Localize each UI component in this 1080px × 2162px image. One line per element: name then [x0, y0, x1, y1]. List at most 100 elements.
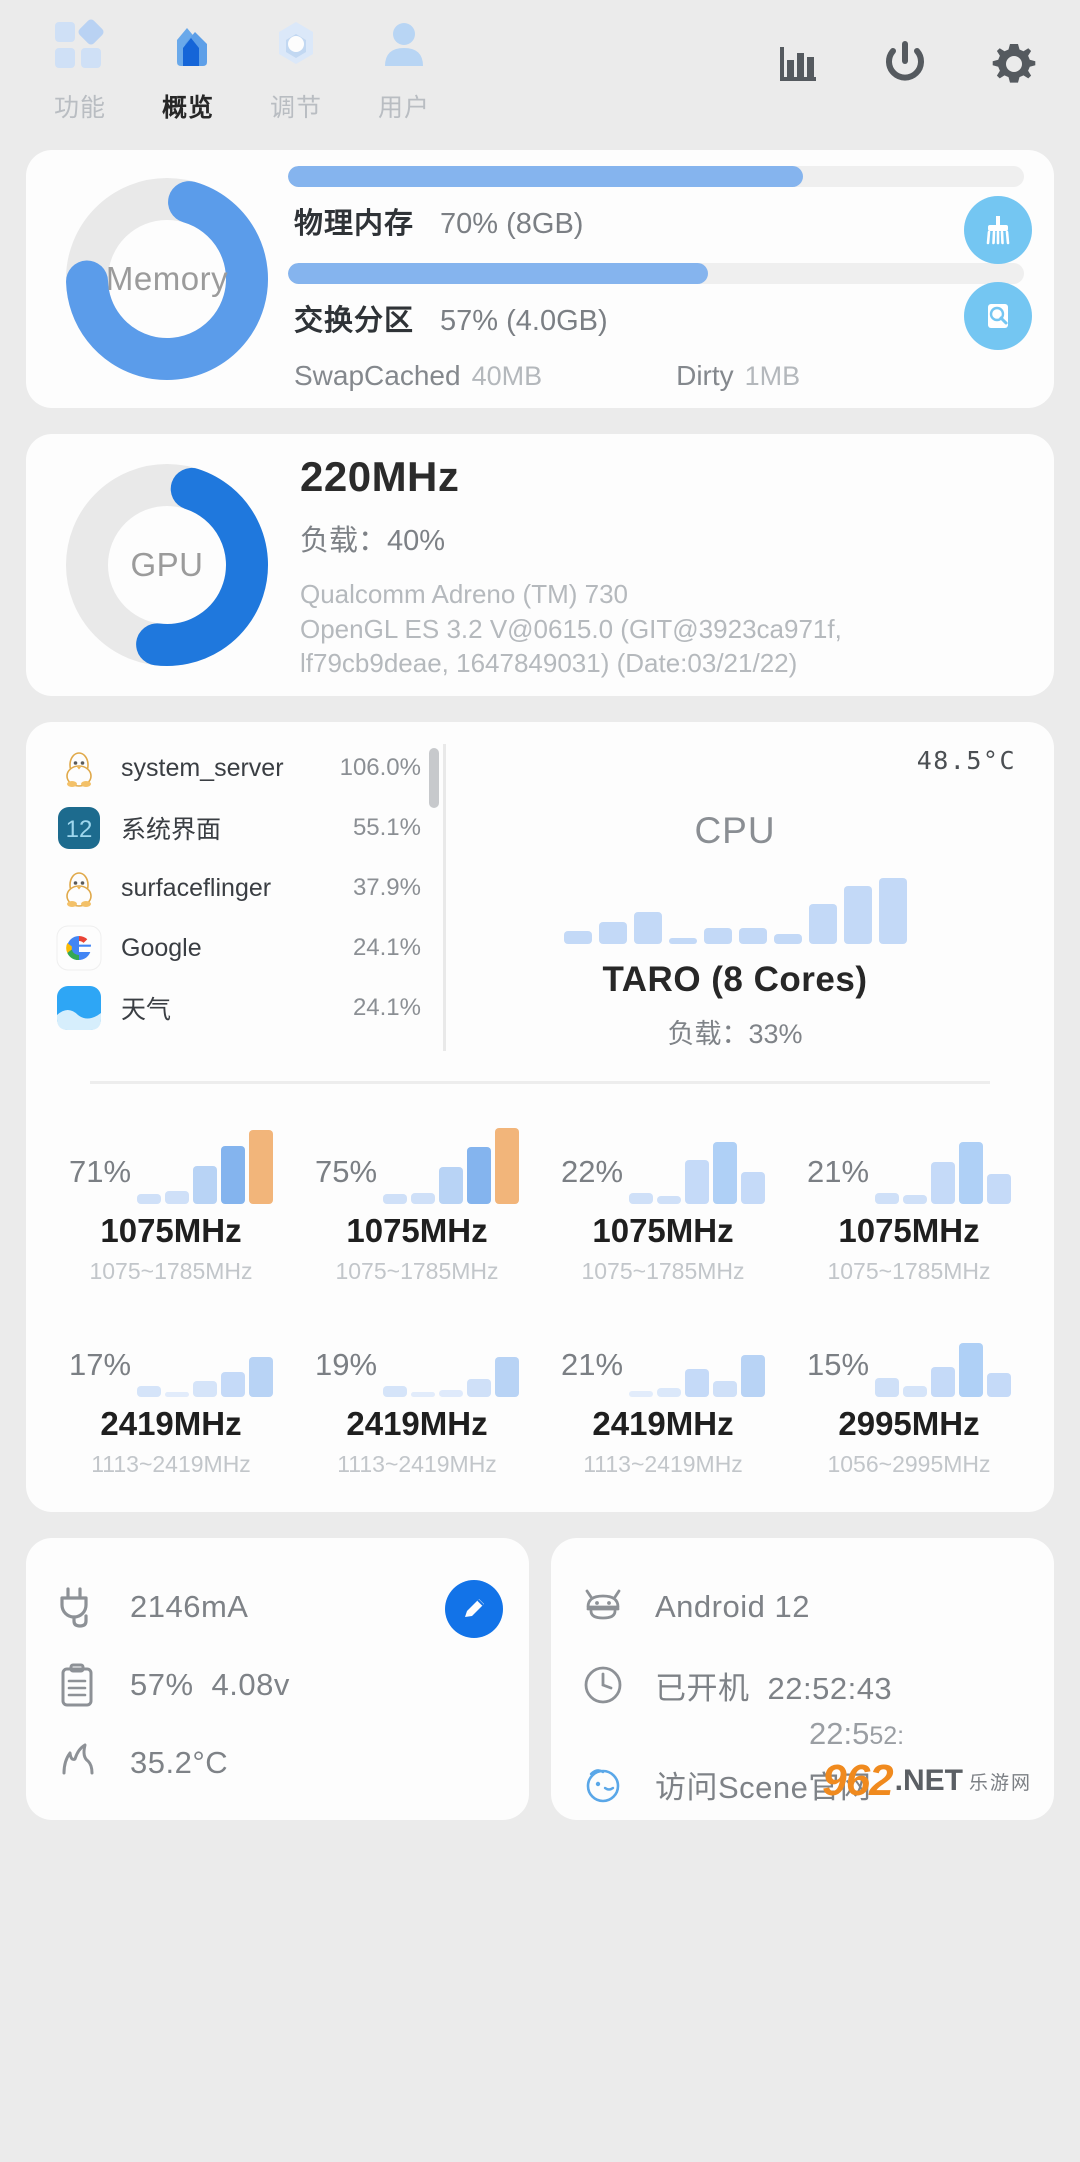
list-item-percent: 37.9%	[352, 874, 421, 901]
google-g-icon	[56, 925, 102, 971]
cpu-top-section: system_server 106.0% 12 系统界面 55.1% surfa…	[26, 744, 1054, 1051]
list-item-percent: 55.1%	[352, 814, 421, 841]
uptime-value: 已开机 22:52:43	[655, 1663, 892, 1708]
home-icon	[157, 14, 219, 76]
broom-clean-icon[interactable]	[964, 196, 1032, 264]
nav-tab-tuning[interactable]: 调节	[242, 14, 350, 124]
watermark-cn: 乐游网	[968, 1772, 1032, 1794]
dirty-label: Dirty	[676, 360, 734, 391]
gpu-ring-label: GPU	[130, 546, 204, 583]
list-item[interactable]: system_server 106.0%	[56, 744, 421, 792]
list-item-name: Google	[121, 933, 202, 962]
android-version-row: Android 12	[579, 1568, 1026, 1646]
watermark-brand: 962	[822, 1756, 893, 1805]
clock-icon	[579, 1661, 629, 1709]
process-list-scrollbar[interactable]	[429, 748, 439, 808]
chart-icon[interactable]	[774, 40, 822, 88]
core-frequency: 1075MHz	[838, 1212, 980, 1249]
android-12-icon: 12	[56, 805, 102, 851]
swap-value: 57% (4.0GB)	[440, 305, 608, 337]
cpu-model: TARO (8 Cores)	[602, 960, 868, 999]
bar	[843, 886, 872, 944]
bar	[633, 912, 662, 944]
list-item-name: 天气	[121, 996, 172, 1024]
bar	[808, 904, 837, 944]
weather-icon	[56, 985, 102, 1031]
cpu-temperature: 48.5°C	[916, 746, 1016, 775]
list-item-percent: 106.0%	[339, 754, 421, 781]
core-range: 1113~2419MHz	[91, 1451, 251, 1477]
core-range: 1056~2995MHz	[827, 1451, 991, 1477]
list-item[interactable]: Google 24.1%	[56, 924, 421, 972]
list-item-name: 系统界面	[121, 816, 222, 844]
list-item[interactable]: surfaceflinger 37.9%	[56, 864, 421, 912]
cpu-core-5: 19% 2419MHz 1113~2419MHz	[294, 1311, 540, 1478]
memory-card: Memory 物理内存 70% (8GB) 交换分区 57% (4.0GB) S…	[26, 150, 1054, 408]
physical-memory-bar-fill	[288, 166, 804, 187]
uptime-secondary-small: 52:	[869, 1722, 905, 1750]
process-list[interactable]: system_server 106.0% 12 系统界面 55.1% surfa…	[56, 744, 446, 1051]
system-card: Android 12 已开机 22:52:43 22:552: 访问Scene官…	[551, 1538, 1054, 1820]
battery-temperature: 35.2°C	[130, 1745, 229, 1780]
list-item[interactable]: 12 系统界面 55.1%	[56, 804, 421, 852]
core-frequency: 1075MHz	[100, 1212, 242, 1249]
core-range: 1113~2419MHz	[337, 1451, 497, 1477]
memory-action-buttons	[964, 196, 1032, 350]
top-navigation-bar: 功能 概览 调节 用户	[0, 0, 1080, 150]
svg-text:12: 12	[66, 816, 93, 843]
memory-body: 物理内存 70% (8GB) 交换分区 57% (4.0GB) SwapCach…	[278, 166, 1032, 392]
bar	[563, 931, 592, 944]
core-range: 1113~2419MHz	[583, 1451, 743, 1477]
physical-memory-label: 物理内存	[294, 208, 415, 240]
power-plug-icon	[54, 1583, 104, 1631]
core-percent: 21%	[560, 1347, 624, 1382]
core-sparkline	[629, 1317, 766, 1397]
core-sparkline	[137, 1124, 274, 1204]
memory-ring-label: Memory	[105, 260, 229, 297]
power-icon[interactable]	[880, 39, 930, 89]
uptime-row: 已开机 22:52:43	[579, 1646, 1026, 1724]
core-range: 1075~1785MHz	[89, 1258, 253, 1284]
battery-level: 57%	[130, 1667, 194, 1702]
core-frequency: 2419MHz	[100, 1405, 242, 1442]
nav-tabs: 功能 概览 调节 用户	[26, 14, 458, 124]
hexagon-gear-icon	[265, 14, 327, 76]
core-sparkline	[137, 1317, 274, 1397]
uptime-clock: 22:52:43	[767, 1670, 893, 1706]
edit-pencil-icon[interactable]	[445, 1580, 503, 1638]
memory-sub-stats: SwapCached 40MB Dirty 1MB	[294, 360, 1024, 392]
nav-tab-user[interactable]: 用户	[350, 14, 458, 124]
core-percent: 19%	[314, 1347, 378, 1382]
list-item-percent: 24.1%	[352, 934, 421, 961]
cpu-core-0: 71% 1075MHz 1075~1785MHz	[48, 1118, 294, 1285]
gear-icon[interactable]	[988, 38, 1040, 90]
core-sparkline	[875, 1317, 1012, 1397]
core-frequency: 2995MHz	[838, 1405, 980, 1442]
list-item[interactable]: 天气 24.1%	[56, 984, 421, 1032]
battery-clipboard-icon	[54, 1661, 104, 1709]
battery-current-row: 2146mA	[54, 1568, 501, 1646]
dirty-value: 1MB	[744, 361, 801, 391]
physical-memory-value: 70% (8GB)	[440, 208, 584, 240]
nav-tab-overview[interactable]: 概览	[134, 14, 242, 124]
disk-scan-icon[interactable]	[964, 282, 1032, 350]
list-item-name: system_server	[121, 753, 284, 782]
app-screen: 功能 概览 调节 用户 Memory 物理内存 70% (8GB) 交换分区 5…	[0, 0, 1080, 2162]
battery-level-voltage: 57% 4.08v	[130, 1667, 290, 1703]
gpu-description: Qualcomm Adreno (TM) 730 OpenGL ES 3.2 V…	[300, 579, 842, 679]
nav-tab-label: 调节	[269, 94, 322, 122]
linux-penguin-icon	[56, 865, 102, 911]
nav-tab-label: 概览	[161, 94, 214, 122]
gpu-frequency: 220MHz	[300, 453, 460, 501]
cpu-core-3: 21% 1075MHz 1075~1785MHz	[786, 1118, 1032, 1285]
watermark: 962 .NET 乐游网	[822, 1756, 1032, 1806]
bar	[773, 934, 802, 944]
nav-tab-functions[interactable]: 功能	[26, 14, 134, 124]
core-sparkline	[383, 1317, 520, 1397]
user-icon	[373, 14, 435, 76]
swapcached-label: SwapCached	[294, 360, 461, 391]
nav-tab-label: 用户	[377, 94, 430, 122]
watermark-tld: .NET	[894, 1764, 963, 1797]
core-frequency: 1075MHz	[592, 1212, 734, 1249]
swap-bar-fill	[288, 263, 708, 284]
